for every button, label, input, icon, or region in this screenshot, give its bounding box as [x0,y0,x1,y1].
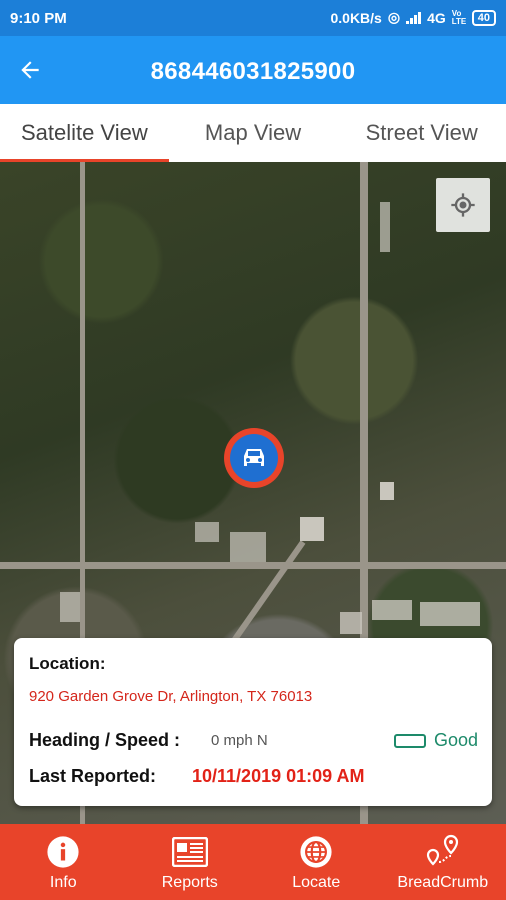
map-building [380,482,394,500]
map-building [300,517,324,541]
heading-speed-value: 0 mph N [211,732,268,749]
tab-map-view[interactable]: Map View [169,104,338,162]
report-icon [171,837,208,867]
page-title: 868446031825900 [150,58,356,85]
heading-speed-label: Heading / Speed : [29,730,181,750]
bottom-navigation: Info Reports Locate BreadCrumb [0,824,506,900]
status-indicators: 0.0KB/s ◎ 4G Vo LTE 40 [330,9,496,26]
hotspot-icon: ◎ [387,9,401,25]
status-bar: 9:10 PM 0.0KB/s ◎ 4G Vo LTE 40 [0,0,506,36]
map-building [195,522,219,542]
status-network: 4G [427,9,446,26]
nav-reports-label: Reports [161,874,218,891]
battery-status-icon [393,733,426,748]
globe-icon [300,836,332,868]
signal-icon [406,11,422,24]
map-building [60,592,80,622]
nav-info[interactable]: Info [0,824,127,900]
tab-satelite-view[interactable]: Satelite View [0,104,169,162]
location-label: Location: [29,654,106,673]
map-building [230,532,266,562]
device-status-text: Good [433,730,478,750]
nav-breadcrumb-label: BreadCrumb [397,874,489,891]
locate-me-button[interactable] [436,178,490,232]
status-speed: 0.0KB/s [330,9,382,26]
device-status: Good [393,730,478,751]
map-building [340,612,362,634]
app-bar: 868446031825900 [0,36,506,104]
nav-locate-label: Locate [292,874,341,891]
view-tabs: Satelite View Map View Street View [0,104,506,162]
vehicle-info-card: Location: 920 Garden Grove Dr, Arlington… [14,638,492,806]
map-building [372,600,412,620]
status-volte: Vo LTE [451,8,467,26]
crosshair-icon [451,193,475,217]
map-road [0,562,506,569]
last-reported-value: 10/11/2019 01:09 AM [192,766,365,786]
vehicle-marker[interactable] [224,428,284,488]
nav-locate[interactable]: Locate [253,824,380,900]
breadcrumb-icon [426,834,458,866]
nav-breadcrumb[interactable]: BreadCrumb [380,824,506,900]
last-reported-label: Last Reported: [29,766,157,786]
map-building [420,602,480,626]
info-icon [47,836,79,868]
battery-icon: 40 [471,9,496,26]
location-address: 920 Garden Grove Dr, Arlington, TX 76013 [29,688,313,705]
car-icon [244,449,264,466]
map-building [380,202,390,252]
nav-reports[interactable]: Reports [127,824,254,900]
status-time: 9:10 PM [10,10,67,27]
nav-info-label: Info [49,874,77,891]
tab-street-view[interactable]: Street View [337,104,506,162]
